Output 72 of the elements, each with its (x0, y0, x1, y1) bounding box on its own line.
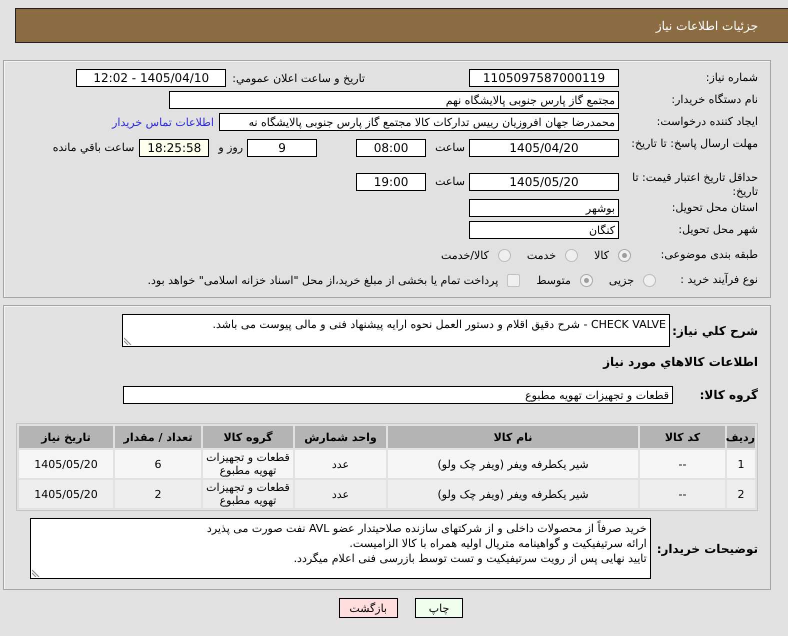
time-label: ساعت (435, 175, 465, 188)
validity-date-field[interactable]: 1405/05/20 (469, 173, 619, 191)
table-cell: قطعات و تجهیزات تهویه مطبوع (203, 450, 293, 478)
resize-grip-icon (32, 569, 40, 577)
description-field[interactable]: CHECK VALVE - شرح دقیق اقلام و دستور العمل نحوه ارایه پیشنهاد فنی و مالی پیوست می باشد. (122, 314, 670, 347)
buyer-notes-field[interactable]: خرید صرفاً از محصولات داخلی و از شرکتهای سازنده صلاحیتدار عضو AVL نفت صورت می پذیرد ارائه سرتیفیکیت و گواهینامه متریال اولیه همراه با کالا الزامیست. تایید نهایی پس از رویت سرتیفیکیت و تست توسط بازرسی فنی اعلام میگردد. (30, 518, 651, 579)
table-cell: 2 (727, 480, 755, 508)
column-header: تعداد / مقدار (115, 426, 201, 448)
requester-field[interactable]: محمدرضا جهان افروزیان رییس تدارکات کالا مجتمع گاز پارس جنوبی پالایشگاه نه (219, 113, 619, 131)
province-field[interactable]: بوشهر (469, 199, 619, 217)
field-label: مهلت ارسال پاسخ: تا تاریخ: (630, 137, 758, 152)
field-label: نام دستگاه خریدار: (670, 93, 758, 107)
days-label: روز و (218, 141, 244, 154)
field-label: شماره نیاز: (704, 71, 758, 85)
field-label: شهر محل تحویل: (677, 223, 758, 237)
table-cell: 1 (727, 450, 755, 478)
days-left-field[interactable]: 9 (247, 139, 318, 157)
field-label: نوع فرآیند خرید : (679, 273, 758, 287)
back-button[interactable]: بازگشت (339, 598, 398, 618)
radio-button[interactable] (643, 274, 656, 286)
column-header: تاریخ نیاز (19, 426, 113, 448)
field-label: حداقل تاریخ اعتبار قیمت: تا تاریخ: (631, 171, 758, 200)
validity-time-field[interactable]: 19:00 (356, 173, 426, 191)
time-left-field[interactable]: 18:25:58 (139, 139, 210, 157)
radio-button[interactable] (498, 248, 511, 262)
column-header: کد کالا (640, 426, 725, 448)
time-left-label: ساعت باقي مانده (52, 141, 134, 154)
table-cell: عدد (295, 450, 386, 478)
checkbox[interactable] (507, 274, 520, 286)
radio-label: کالا/خدمت (441, 248, 489, 262)
table-cell: -- (640, 450, 725, 478)
resize-grip-icon (124, 337, 132, 345)
city-field[interactable]: کنگان (469, 221, 619, 239)
print-button[interactable]: چاپ (415, 598, 463, 618)
table-cell: 1405/05/20 (19, 480, 113, 508)
column-header: ردیف (727, 426, 755, 448)
section-title: اطلاعات کالاهاي مورد نیاز (603, 354, 758, 370)
buyer-contact-link[interactable]: اطلاعات تماس خریدار (112, 116, 214, 128)
time-label: ساعت (435, 141, 465, 154)
field-label: استان محل تحویل: (670, 201, 758, 215)
page-title: جزئیات اطلاعات نیاز (656, 18, 758, 32)
deadline-date-field[interactable]: 1405/04/20 (469, 139, 619, 157)
table-cell: قطعات و تجهیزات تهویه مطبوع (203, 480, 293, 508)
buyer-org-field[interactable]: مجتمع گاز پارس جنوبی پالایشگاه نهم (169, 91, 619, 109)
radio-button[interactable] (580, 274, 593, 286)
table-cell: عدد (295, 480, 386, 508)
field-label: طبقه بندی موضوعی: (660, 248, 758, 262)
radio-button[interactable] (565, 248, 578, 262)
field-label: ایجاد کننده درخواست: (656, 115, 758, 129)
field-label: تاریخ و ساعت اعلان عمومي: (232, 72, 365, 84)
radio-button[interactable] (618, 248, 631, 262)
column-header: گروه کالا (203, 426, 293, 448)
field-label: گروه کالا: (698, 387, 758, 403)
radio-label: خدمت (526, 248, 556, 262)
table-cell: شیر یکطرفه ویفر (ویفر چک ولو) (388, 450, 638, 478)
table-cell: 1405/05/20 (19, 450, 113, 478)
table-cell: شیر یکطرفه ویفر (ویفر چک ولو) (388, 480, 638, 508)
column-header: واحد شمارش (295, 426, 386, 448)
column-header: نام کالا (388, 426, 638, 448)
table-cell: 6 (115, 450, 201, 478)
radio-label: کالا (594, 248, 609, 262)
radio-label: جزیی (608, 274, 634, 286)
table-cell: 2 (115, 480, 201, 508)
field-label: توضیحات خریدار: (656, 540, 758, 556)
radio-label: متوسط (536, 274, 571, 286)
announcement-date-field[interactable]: 1405/04/10 - 12:02 (76, 69, 226, 87)
field-label: شرح کلي نیاز: (676, 322, 758, 338)
table-cell: -- (640, 480, 725, 508)
need-number-field[interactable]: 1105097587000119 (469, 69, 619, 87)
checkbox-label: پرداخت تمام یا بخشی از مبلغ خرید،از محل "اسناد خزانه اسلامی" خواهد بود. (148, 274, 498, 286)
deadline-time-field[interactable]: 08:00 (356, 139, 426, 157)
goods-group-field[interactable]: قطعات و تجهیزات تهویه مطبوع (123, 386, 673, 404)
